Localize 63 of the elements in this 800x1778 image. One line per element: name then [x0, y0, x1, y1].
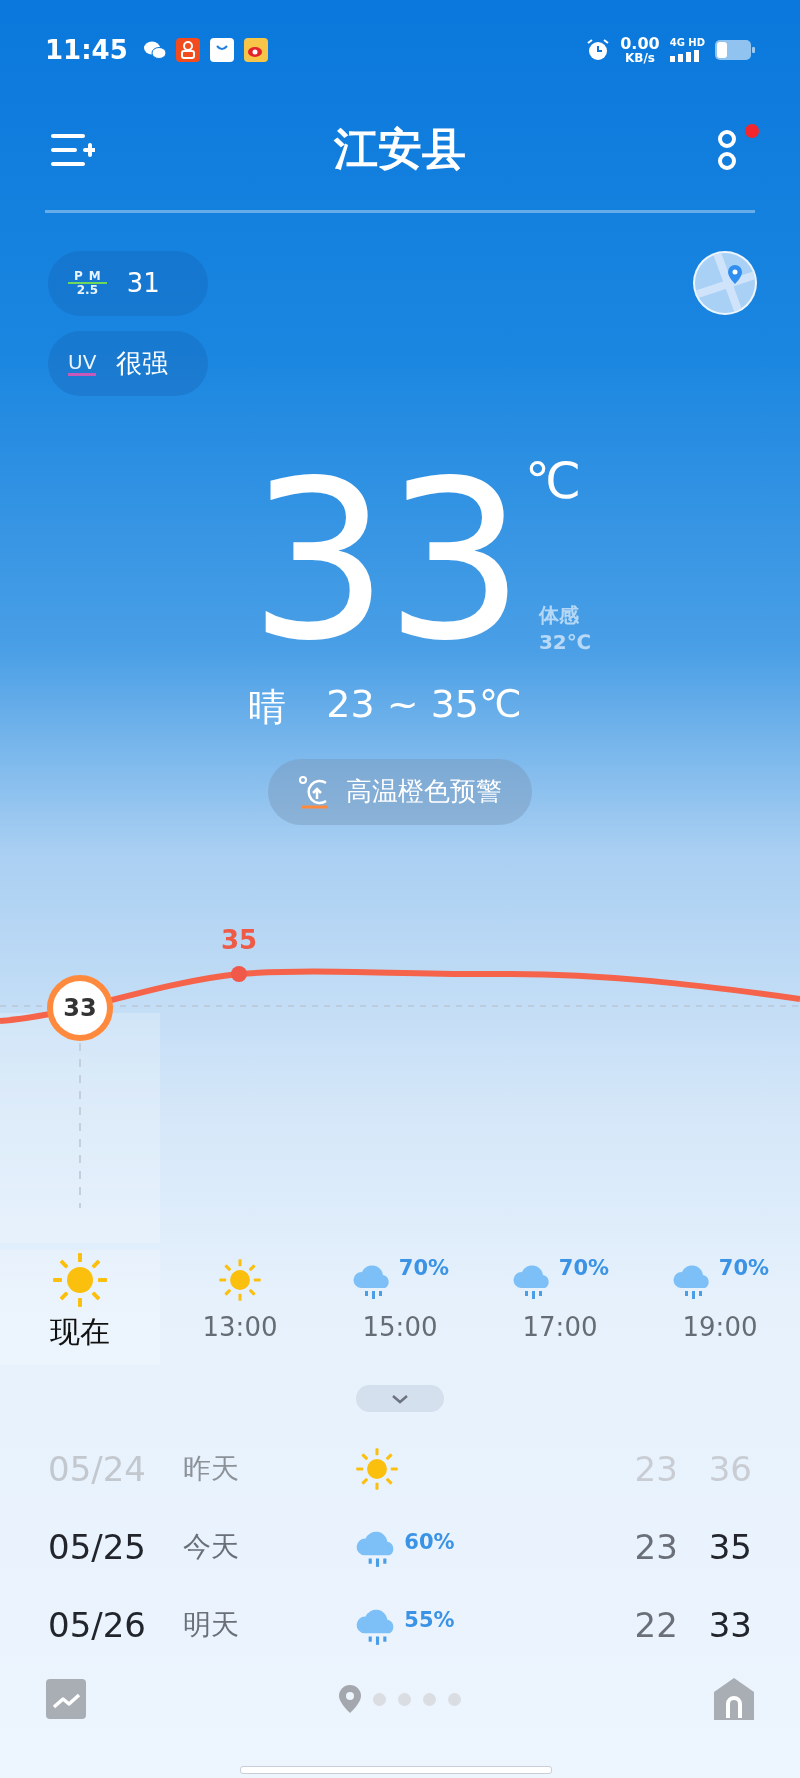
high-temperature: 35: [707, 1527, 752, 1568]
current-temperature-marker: 33: [47, 974, 113, 1041]
temperature-unit: ℃: [524, 455, 583, 506]
high-temperature: 33: [707, 1605, 752, 1646]
forecast-date: 05/26: [48, 1605, 147, 1646]
precipitation-chance: 55%: [404, 1608, 455, 1633]
chat-bubbles-icon: [143, 40, 166, 59]
precipitation-chance: 70%: [398, 1256, 450, 1281]
home-indicator[interactable]: [240, 1766, 552, 1774]
page-dot[interactable]: [373, 1692, 386, 1706]
hour-forecast[interactable]: 70% 19:00: [640, 1250, 800, 1366]
page-dot[interactable]: [448, 1692, 461, 1706]
city-title: 江安县: [334, 122, 466, 177]
expand-button[interactable]: [356, 1385, 444, 1413]
precipitation-chance: 70%: [558, 1256, 610, 1281]
current-temperature: 33: [249, 445, 521, 676]
page-dot[interactable]: [398, 1692, 411, 1706]
uv-pill[interactable]: UV 很强: [48, 330, 208, 396]
hour-label: 15:00: [362, 1312, 438, 1343]
page-dot[interactable]: [423, 1692, 436, 1706]
pm25-label: PM 2.5: [68, 269, 107, 297]
chevron-down-icon: [390, 1392, 410, 1405]
forecast-date: 05/25: [48, 1527, 147, 1568]
hour-label: 13:00: [202, 1312, 278, 1343]
feels-like-label: 体感: [538, 601, 580, 629]
speed-unit: KB/s: [624, 51, 655, 64]
temperature-range: 23 ~ 35℃: [326, 681, 522, 728]
weather-condition: 晴: [248, 683, 287, 731]
precipitation-chance: 70%: [718, 1256, 770, 1281]
forecast-day: 今天: [183, 1528, 355, 1567]
hour-forecast[interactable]: 13:00: [160, 1250, 320, 1366]
hour-label: 19:00: [682, 1312, 758, 1343]
hour-forecast[interactable]: 70% 17:00: [480, 1250, 640, 1366]
peak-point: [231, 965, 247, 982]
home-icon[interactable]: [714, 1678, 754, 1721]
network-type: 4G HD: [669, 37, 705, 48]
app-icon: [175, 37, 200, 62]
pm25-pill[interactable]: PM 2.5 31: [48, 250, 208, 316]
forecast-day: 明天: [183, 1606, 355, 1645]
hour-label: 现在: [50, 1313, 110, 1352]
status-time: 11:45: [45, 34, 128, 65]
location-pin-icon[interactable]: [339, 1685, 361, 1714]
feels-like-value: 32℃: [538, 628, 591, 656]
hour-forecast[interactable]: 70% 15:00: [320, 1250, 480, 1366]
trend-chart-icon[interactable]: [46, 1679, 86, 1720]
eye-logo-icon: [243, 37, 268, 62]
hour-forecast[interactable]: 现在: [0, 1250, 160, 1366]
network-speed: 0.00: [620, 35, 660, 52]
hour-label: 17:00: [522, 1312, 598, 1343]
heat-alert-button[interactable]: 高温橙色预警: [268, 758, 532, 825]
alarm-clock-icon: [586, 37, 611, 62]
low-temperature: 23: [633, 1527, 678, 1568]
more-options-icon: [715, 127, 739, 172]
forecast-day: 昨天: [183, 1450, 355, 1489]
map-pin-icon: [695, 252, 755, 313]
precipitation-chance: 60%: [404, 1530, 455, 1555]
menu-add-icon: [51, 131, 95, 168]
sun-icon: [354, 1446, 401, 1493]
peak-temperature: 35: [219, 924, 259, 955]
low-temperature: 22: [633, 1605, 678, 1646]
battery-icon: [715, 38, 755, 61]
sun-icon: [217, 1257, 263, 1304]
shopping-bag-icon: [209, 37, 234, 62]
